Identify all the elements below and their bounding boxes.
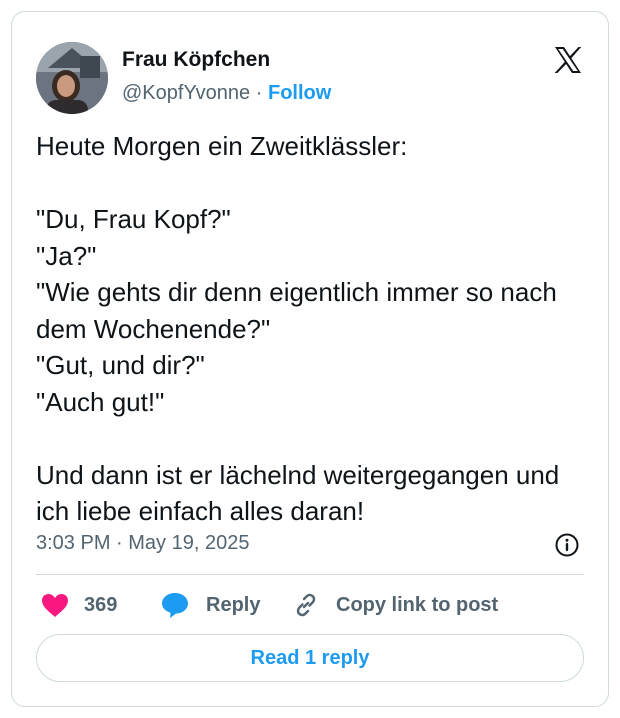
- like-button[interactable]: 369: [40, 590, 117, 620]
- author-handle[interactable]: @KopfYvonne: [122, 82, 250, 104]
- divider: [36, 574, 584, 575]
- speech-bubble-icon: [162, 593, 188, 618]
- tweet-text: Heute Morgen ein Zweitklässler: "Du, Fra…: [36, 128, 592, 530]
- read-replies-button[interactable]: Read 1 reply: [36, 634, 584, 682]
- author-handle-row: @KopfYvonne · Follow: [122, 82, 331, 105]
- info-icon[interactable]: [554, 532, 580, 558]
- tweet-paragraph: Und dann ist er lächelnd weitergegangen …: [36, 459, 560, 527]
- copy-link-label: Copy link to post: [336, 593, 499, 616]
- heart-icon: [42, 594, 68, 617]
- action-bar: 369 Reply Copy link to post: [36, 590, 596, 620]
- reply-label: Reply: [206, 593, 261, 616]
- tweet-timestamp[interactable]: 3:03 PM · May 19, 2025: [36, 532, 249, 555]
- tweet-card: Frau Köpfchen @KopfYvonne · Follow Heute…: [11, 11, 609, 707]
- avatar[interactable]: [36, 42, 108, 114]
- avatar-image: [36, 42, 108, 114]
- handle-separator: ·: [255, 82, 263, 104]
- like-count: 369: [84, 593, 118, 616]
- reply-button[interactable]: Reply: [160, 590, 260, 620]
- follow-button[interactable]: Follow: [268, 82, 331, 104]
- x-logo-icon[interactable]: [552, 44, 584, 76]
- author-name[interactable]: Frau Köpfchen: [122, 48, 270, 72]
- tweet-paragraph: Heute Morgen ein Zweitklässler:: [36, 131, 408, 161]
- tweet-paragraph: "Du, Frau Kopf?" "Ja?" "Wie gehts dir de…: [36, 204, 557, 417]
- link-icon: [296, 593, 316, 617]
- copy-link-button[interactable]: Copy link to post: [292, 590, 498, 620]
